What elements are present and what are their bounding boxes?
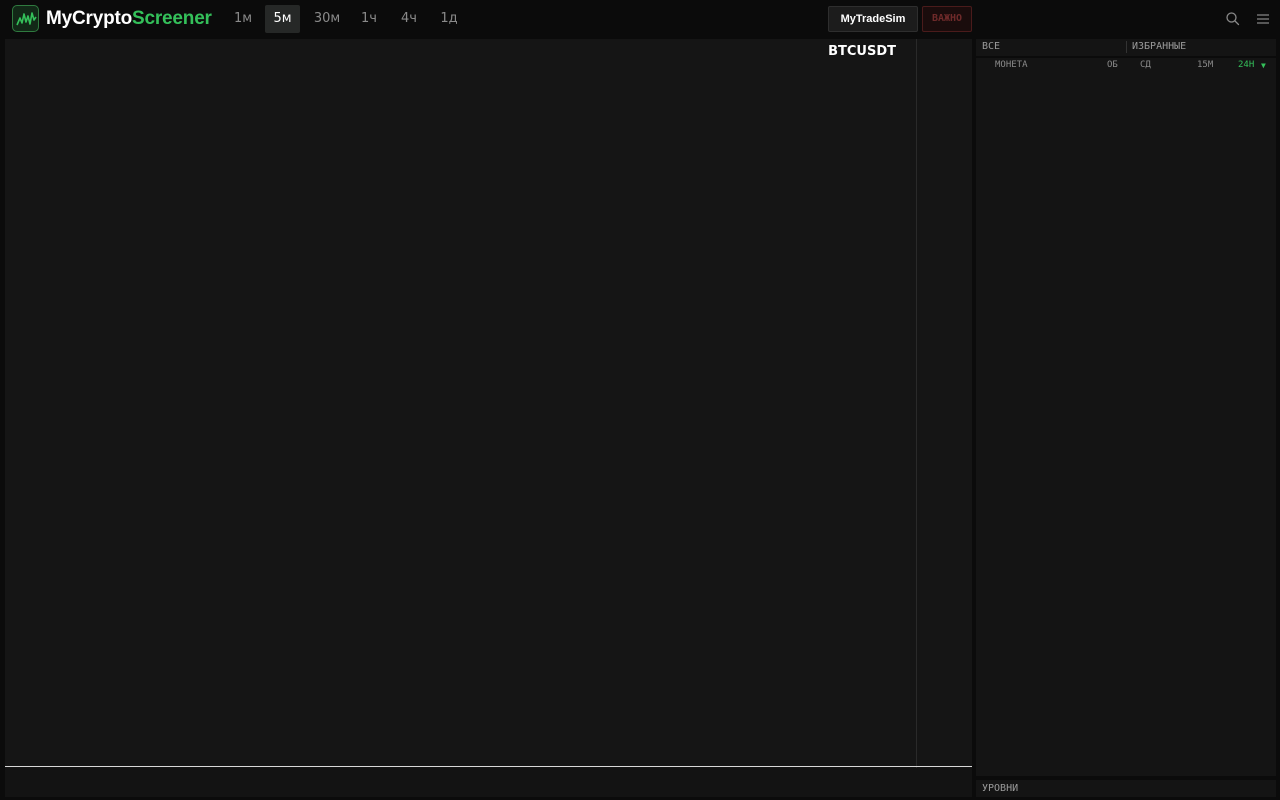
- column-header-coin[interactable]: МОНЕТА: [995, 60, 1028, 71]
- mytradesim-button[interactable]: MyTradeSim: [828, 6, 918, 32]
- timeframe-4h-button[interactable]: 4ч: [394, 5, 424, 33]
- timeframe-1d-button[interactable]: 1д: [434, 5, 464, 33]
- top-bar: MyCryptoScreener 1м 5м 30м 1ч 4ч 1д MyTr…: [0, 0, 1280, 38]
- column-header-trades[interactable]: СД: [1140, 60, 1151, 71]
- column-header-volume[interactable]: ОБ: [1107, 60, 1118, 71]
- price-scale-divider: [916, 39, 917, 769]
- brand-name[interactable]: MyCryptoScreener: [46, 7, 212, 31]
- screener-panel: ВСЕ ИЗБРАННЫЕ МОНЕТА ОБ СД 15М 24Н ▼ УРО…: [976, 39, 1276, 797]
- tab-all[interactable]: ВСЕ: [982, 39, 1000, 56]
- important-button[interactable]: ВАЖНО: [922, 6, 972, 32]
- hamburger-menu-icon[interactable]: [1254, 10, 1272, 28]
- column-header-15m[interactable]: 15М: [1197, 60, 1213, 71]
- sort-arrow-icon[interactable]: ▼: [1261, 60, 1266, 71]
- screener-tabs: ВСЕ ИЗБРАННЫЕ: [976, 39, 1276, 56]
- brand-name-accent: Screener: [132, 8, 212, 29]
- tab-favorites[interactable]: ИЗБРАННЫЕ: [1132, 39, 1186, 56]
- timeframe-1h-button[interactable]: 1ч: [354, 5, 384, 33]
- chart-canvas[interactable]: BTCUSDT: [5, 39, 972, 797]
- search-icon[interactable]: [1224, 10, 1242, 28]
- timeframe-5m-button[interactable]: 5м: [265, 5, 300, 33]
- chart-bottom-pane: [5, 768, 972, 797]
- chart-symbol-label: BTCUSDT: [828, 44, 896, 59]
- timeframe-30m-button[interactable]: 30м: [308, 5, 346, 33]
- tab-divider: [1126, 41, 1127, 53]
- coin-list[interactable]: [976, 58, 1276, 776]
- timeframe-1m-button[interactable]: 1м: [228, 5, 258, 33]
- logo-icon[interactable]: [12, 5, 39, 32]
- levels-section-header[interactable]: УРОВНИ: [976, 780, 1276, 797]
- column-header-24h[interactable]: 24Н: [1238, 60, 1254, 71]
- brand-name-primary: MyCrypto: [46, 8, 133, 29]
- chart-pane-separator[interactable]: [5, 766, 972, 767]
